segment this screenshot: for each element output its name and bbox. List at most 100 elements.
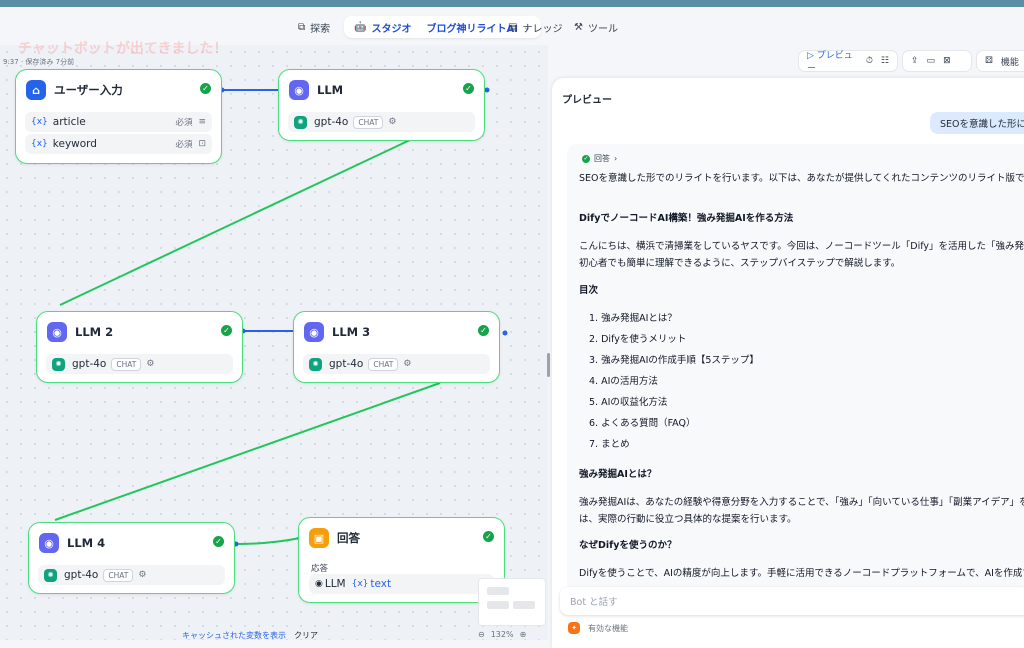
model-settings-icon[interactable]: ⚙ xyxy=(403,359,411,369)
clear-button[interactable]: クリア xyxy=(294,630,318,641)
model-name: gpt-4o xyxy=(64,569,99,581)
nav-tools[interactable]: ⚒ ツール xyxy=(574,18,618,36)
node-header: ◉ LLM 4 xyxy=(39,533,105,553)
minimap[interactable] xyxy=(478,578,546,626)
toc-item: 3. 強み発掘AIの作成手順【5ステップ】 xyxy=(589,355,759,366)
variable-name: article xyxy=(52,116,86,128)
answer-heading: 強み発掘AIとは？ xyxy=(579,469,657,480)
node-llm-3[interactable]: ◉ LLM 3 ✓ ✺ gpt-4o CHAT ⚙ xyxy=(293,311,500,383)
history-icon[interactable]: ⏱ xyxy=(866,56,873,66)
paragraph-icon: ≡ xyxy=(198,117,206,127)
publish-icon[interactable]: ⇪ xyxy=(911,56,919,66)
variable-row-keyword[interactable]: {x} keyword 必須 ⊡ xyxy=(25,134,212,154)
model-row[interactable]: ✺ gpt-4o CHAT ⚙ xyxy=(38,565,225,585)
features-button[interactable]: ⚄ 機能 xyxy=(976,50,1024,72)
node-title: LLM 4 xyxy=(67,536,106,550)
answer-line: SEOを意識した形でのリライトを行います。以下は、あなたが提供してくれたコンテン… xyxy=(579,173,1024,184)
text-input-icon: ⊡ xyxy=(198,139,206,149)
explore-icon: ⧉ xyxy=(298,21,306,33)
model-name: gpt-4o xyxy=(329,358,364,370)
model-row[interactable]: ✺ gpt-4o CHAT ⚙ xyxy=(46,354,233,374)
features-label: 機能 xyxy=(1000,57,1019,68)
bot-answer: ✓ 回答 › SEOを意識した形でのリライトを行います。以下は、あなたが提供して… xyxy=(567,144,1024,594)
model-row[interactable]: ✺ gpt-4o CHAT ⚙ xyxy=(303,354,490,374)
window-top-strip xyxy=(0,0,1024,7)
chat-input[interactable]: Bot と話す xyxy=(560,587,1024,615)
mode-badge: CHAT xyxy=(353,115,384,129)
ghost-title: チャットボットが出てきました！ xyxy=(18,41,228,57)
zoom-controls[interactable]: ⊖ 132% ⊕ xyxy=(478,628,544,640)
show-cached-variables-link[interactable]: キャッシュされた変数を表示 xyxy=(182,630,286,641)
tool-icon: ⚒ xyxy=(574,21,583,33)
model-name: gpt-4o xyxy=(314,116,349,128)
toc-item: 6. よくある質問（FAQ） xyxy=(589,418,696,429)
nav-tools-label: ツール xyxy=(587,23,618,35)
checklist-icon[interactable]: ☷ xyxy=(881,56,889,66)
variable-row-article[interactable]: {x} article 必須 ≡ xyxy=(25,112,212,132)
variable-icon: {x} xyxy=(31,117,48,127)
answer-tag[interactable]: ✓ 回答 › xyxy=(582,153,617,164)
zoom-out-icon[interactable]: ⊖ xyxy=(478,630,485,639)
chevron-right-icon: › xyxy=(614,154,618,163)
toc-item: 2. Difyを使うメリット xyxy=(589,334,687,345)
openai-icon: ✺ xyxy=(309,357,322,371)
model-row[interactable]: ✺ gpt-4o CHAT ⚙ xyxy=(288,112,475,132)
nav-explore-label: 探索 xyxy=(310,23,331,35)
model-settings-icon[interactable]: ⚙ xyxy=(388,117,396,127)
node-header: ⌂ ユーザー入力 xyxy=(26,80,123,100)
nav-explore[interactable]: ⧉ 探索 xyxy=(298,18,330,36)
app-name[interactable]: ブログ神リライトAI xyxy=(426,20,517,35)
llm-icon: ◉ xyxy=(289,80,309,100)
node-user-input[interactable]: ⌂ ユーザー入力 ✓ {x} article 必須 ≡ {x} keyword … xyxy=(15,69,222,164)
answer-line: 強み発掘AIは、あなたの経験や得意分野を入力することで、「強み」「向いている仕事… xyxy=(579,497,1024,508)
model-settings-icon[interactable]: ⚙ xyxy=(138,570,146,580)
response-var: text xyxy=(370,578,392,590)
preview-panel: プレビュー SEOを意識した形にリ ✓ 回答 › SEOを意識した形でのリライト… xyxy=(552,78,1024,648)
panel-resize-handle[interactable] xyxy=(547,353,550,377)
env-icon[interactable]: ▭ xyxy=(927,56,936,66)
preview-button[interactable]: ▷ プレビュー xyxy=(807,48,858,74)
openai-icon: ✺ xyxy=(294,115,307,129)
zoom-level: 132% xyxy=(490,629,514,639)
response-variable[interactable]: ◉ LLM {x} text xyxy=(309,574,494,594)
model-settings-icon[interactable]: ⚙ xyxy=(146,359,154,369)
success-check-icon: ✓ xyxy=(483,531,494,542)
node-llm[interactable]: ◉ LLM ✓ ✺ gpt-4o CHAT ⚙ xyxy=(278,69,485,141)
llm-icon: ◉ xyxy=(39,533,59,553)
chat-input-placeholder: Bot と話す xyxy=(570,597,618,608)
nav-knowledge-label: ナレッジ xyxy=(522,23,563,35)
success-check-icon: ✓ xyxy=(478,325,489,336)
mode-badge: CHAT xyxy=(111,357,142,371)
user-message: SEOを意識した形にリ xyxy=(930,112,1024,134)
llm-icon: ◉ xyxy=(315,579,323,589)
answer-line: は、実際の行動に役立つ具体的な提案を行います。 xyxy=(579,514,797,525)
zoom-in-icon[interactable]: ⊕ xyxy=(520,630,527,639)
openai-icon: ✺ xyxy=(44,568,57,582)
node-llm-2[interactable]: ◉ LLM 2 ✓ ✺ gpt-4o CHAT ⚙ xyxy=(36,311,243,383)
node-title: ユーザー入力 xyxy=(54,83,123,97)
nav-knowledge[interactable]: ▤ ナレッジ xyxy=(508,18,562,36)
llm-icon: ◉ xyxy=(47,322,67,342)
features-icon: ⚄ xyxy=(985,56,993,66)
llm-icon: ◉ xyxy=(304,322,324,342)
node-header: ◉ LLM 2 xyxy=(47,322,113,342)
required-label: 必須 xyxy=(175,118,193,128)
answer-line: Difyを使うことで、AIの精度が向上します。手軽に活用できるノーコードプラット… xyxy=(579,568,1024,579)
enabled-features-label: 有効な機能 xyxy=(588,623,628,633)
node-answer[interactable]: ▣ 回答 ✓ 応答 ◉ LLM {x} text xyxy=(298,517,505,603)
openai-icon: ✺ xyxy=(52,357,65,371)
variables-icon[interactable]: ⊠ xyxy=(943,56,951,66)
utility-toolbar: ⇪ ▭ ⊠ xyxy=(902,50,972,72)
preview-label: プレビュー xyxy=(807,51,853,74)
success-check-icon: ✓ xyxy=(200,83,211,94)
variable-name: keyword xyxy=(52,138,97,150)
response-source: LLM xyxy=(324,578,346,590)
node-llm-4[interactable]: ◉ LLM 4 ✓ ✺ gpt-4o CHAT ⚙ xyxy=(28,522,235,594)
answer-icon: ▣ xyxy=(309,528,329,548)
answer-line: 初心者でも簡単に理解できるように、ステップバイステップで解説します。 xyxy=(579,258,901,269)
preview-title: プレビュー xyxy=(562,95,612,106)
answer-heading: なぜDifyを使うのか？ xyxy=(579,540,677,551)
enabled-features-bar[interactable]: ✦ 有効な機能 xyxy=(568,622,628,634)
variable-icon: {x} xyxy=(351,579,369,589)
feature-icon: ✦ xyxy=(568,622,580,634)
